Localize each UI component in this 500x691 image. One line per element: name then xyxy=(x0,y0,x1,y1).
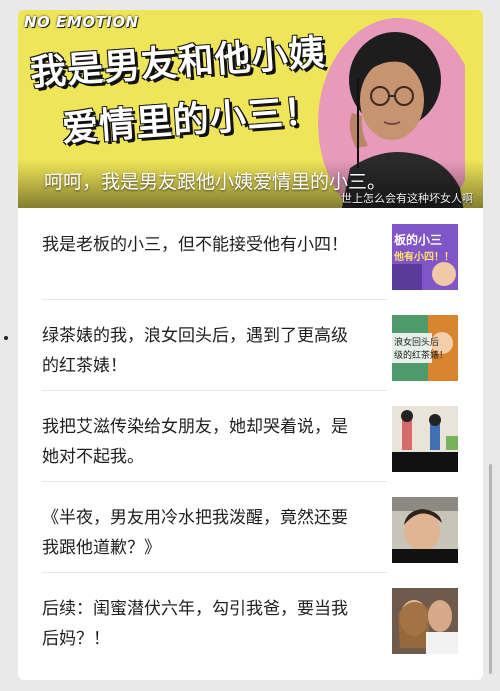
list-item[interactable]: 我把艾滋传染给女朋友，她却哭着说，是她对不起我。 xyxy=(18,390,483,481)
article-thumbnail xyxy=(392,588,458,654)
hero-title-line2: 爱情里的小三！ xyxy=(60,90,323,150)
article-title: 我把艾滋传染给女朋友，她却哭着说，是她对不起我。 xyxy=(42,417,348,467)
hero-banner[interactable]: NO EMOTION 我是男友和他小姨 爱情里的小三！ 呵呵，我是男友跟他小姨爱… xyxy=(18,10,483,208)
svg-text:级的红茶婊！: 级的红茶婊！ xyxy=(394,349,448,361)
article-thumbnail xyxy=(392,497,458,563)
article-thumbnail: 板的小三 他有小四！！ xyxy=(392,224,458,290)
article-title: 后续：闺蜜潜伏六年，勾引我爸，要当我后妈？！ xyxy=(42,599,348,649)
svg-text:浪女回头后: 浪女回头后 xyxy=(394,336,439,348)
list-item[interactable]: 绿茶婊的我，浪女回头后，遇到了更高级的红茶婊！ 浪女回头后 级的红茶婊！ xyxy=(18,299,483,390)
article-title: 《半夜，男友用冷水把我泼醒，竟然还要我跟他道歉？》 xyxy=(42,508,348,558)
list-item[interactable]: 我是老板的小三，但不能接受他有小四！ 板的小三 他有小四！！ xyxy=(18,208,483,299)
article-list: 我是老板的小三，但不能接受他有小四！ 板的小三 他有小四！！ 绿茶婊的我，浪女回… xyxy=(18,208,483,663)
scrollbar[interactable] xyxy=(489,464,492,674)
side-dot xyxy=(4,336,8,340)
article-title: 绿茶婊的我，浪女回头后，遇到了更高级的红茶婊！ xyxy=(42,326,348,376)
thumb-text: 板的小三 xyxy=(394,232,442,247)
list-item[interactable]: 后续：闺蜜潜伏六年，勾引我爸，要当我后妈？！ xyxy=(18,572,483,663)
article-card: NO EMOTION 我是男友和他小姨 爱情里的小三！ 呵呵，我是男友跟他小姨爱… xyxy=(18,10,483,680)
hero-caption: 呵呵，我是男友跟他小姨爱情里的小三。 xyxy=(44,171,387,193)
article-thumbnail xyxy=(392,406,458,472)
article-title: 我是老板的小三，但不能接受他有小四！ xyxy=(42,235,348,255)
hero-subcaption: 世上怎么会有这种坏女人啊 xyxy=(341,192,473,205)
brand-label: NO EMOTION xyxy=(24,13,139,31)
list-item[interactable]: 《半夜，男友用冷水把我泼醒，竟然还要我跟他道歉？》 xyxy=(18,481,483,572)
svg-text:他有小四！！: 他有小四！！ xyxy=(393,250,454,263)
article-thumbnail: 浪女回头后 级的红茶婊！ xyxy=(392,315,458,381)
